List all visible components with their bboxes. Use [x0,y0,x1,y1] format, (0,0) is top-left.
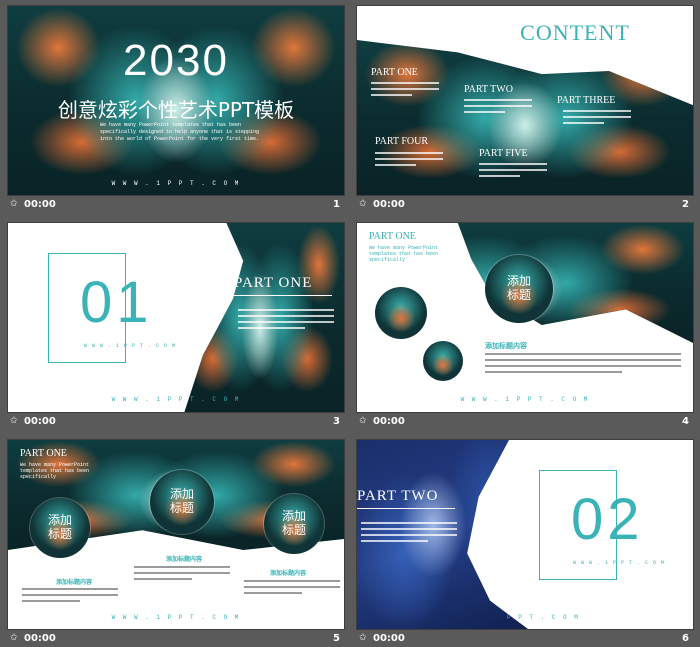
star-icon: ✩ [10,199,18,209]
section-heading-3: 添加标题内容 [270,570,307,577]
url-text: W W W . 1 P P T . C O M [460,396,590,403]
part-title: PART TWO [357,488,439,504]
url-text: P P T . C O M [507,614,580,621]
slide-time: 00:00 [24,199,56,210]
slide-thumbnail-1[interactable]: 2030 创意炫彩个性艺术PPT模板 We have many PowerPoi… [8,6,344,213]
part-five-label: PART FIVE [479,148,528,159]
circle-label: 添加标题 [281,509,306,537]
slide-meta: ✩ 00:00 4 [357,412,693,430]
slide-title: 创意炫彩个性艺术PPT模板 [57,98,295,122]
slide-time: 00:00 [24,416,56,427]
slide-meta: ✩ 00:00 3 [8,412,344,430]
part-four-label: PART FOUR [375,136,429,147]
title-circle-1: 添加标题 [30,498,90,558]
slide-meta: ✩ 00:00 5 [8,629,344,647]
slide-meta: ✩ 00:00 2 [357,195,693,213]
part-title: PART ONE [369,231,416,242]
slide-thumbnail-4[interactable]: PART ONE We have many PowerPoint templat… [357,223,693,430]
star-icon: ✩ [10,633,18,643]
title-circle-large: 添加标题 [485,255,553,323]
art-circle-1 [375,287,427,339]
slide-canvas[interactable]: PART ONE We have many PowerPoint templat… [357,223,693,412]
star-icon: ✩ [10,416,18,426]
slide-canvas[interactable]: CONTENT PART ONE PART TWO PART THREE PAR… [357,6,693,195]
slide-number: 2 [682,199,689,210]
title-underline [234,295,332,296]
big-number: 01 [80,270,153,335]
part-one-label: PART ONE [371,67,418,78]
slide-time: 00:00 [24,633,56,644]
slide-number: 4 [682,416,689,427]
title-circle-2: 添加标题 [150,470,214,534]
part-two-label: PART TWO [464,84,513,95]
url-text-small: W W W . 1 P P T . C O M [84,343,177,349]
url-text: W W W . 1 P P T . C O M [111,180,241,187]
star-icon: ✩ [359,416,367,426]
part-title: PART ONE [234,275,313,291]
caption-text: We have many PowerPoint templates that h… [369,245,439,263]
slide-number: 6 [682,633,689,644]
url-text-small: W W W . 1 P P T . C O M [573,560,666,566]
part-title: PART ONE [20,448,67,459]
art-circle-2 [423,341,463,381]
star-icon: ✩ [359,199,367,209]
slide-canvas[interactable]: PART TWO 02 W W W . 1 P P T . C O M P P … [357,440,693,629]
slide-thumbnail-2[interactable]: CONTENT PART ONE PART TWO PART THREE PAR… [357,6,693,213]
section-heading: 添加标题内容 [485,342,527,350]
slide-meta: ✩ 00:00 6 [357,629,693,647]
slide-thumbnail-3[interactable]: 01 W W W . 1 P P T . C O M PART ONE W W … [8,223,344,430]
circle-label: 添加标题 [506,274,531,302]
slide-meta: ✩ 00:00 1 [8,195,344,213]
url-text: W W W . 1 P P T . C O M [111,614,241,621]
slide-number: 3 [333,416,340,427]
url-text: W W W . 1 P P T . C O M [111,396,241,403]
star-icon: ✩ [359,633,367,643]
caption-text: We have many PowerPoint templates that h… [20,462,90,480]
slide-time: 00:00 [373,633,405,644]
slide-thumbnail-6[interactable]: PART TWO 02 W W W . 1 P P T . C O M P P … [357,440,693,647]
part-three-label: PART THREE [557,95,616,106]
slide-thumbnail-5[interactable]: PART ONE We have many PowerPoint templat… [8,440,344,647]
slide-number: 1 [333,199,340,210]
big-number: 02 [571,487,644,552]
section-heading-2: 添加标题内容 [166,556,203,563]
slide-time: 00:00 [373,416,405,427]
section-heading-1: 添加标题内容 [56,579,93,586]
year-text: 2030 [123,36,229,85]
slide-time: 00:00 [373,199,405,210]
slide-number: 5 [333,633,340,644]
circle-label: 添加标题 [47,513,72,541]
slide-subtitle: We have many PowerPoint templates that h… [100,122,260,142]
slide-canvas[interactable]: 2030 创意炫彩个性艺术PPT模板 We have many PowerPoi… [8,6,344,195]
circle-label: 添加标题 [169,487,194,515]
slide-canvas[interactable]: PART ONE We have many PowerPoint templat… [8,440,344,629]
title-underline [357,508,455,509]
slide-canvas[interactable]: 01 W W W . 1 P P T . C O M PART ONE W W … [8,223,344,412]
title-circle-3: 添加标题 [264,494,324,554]
content-heading: CONTENT [520,20,630,45]
